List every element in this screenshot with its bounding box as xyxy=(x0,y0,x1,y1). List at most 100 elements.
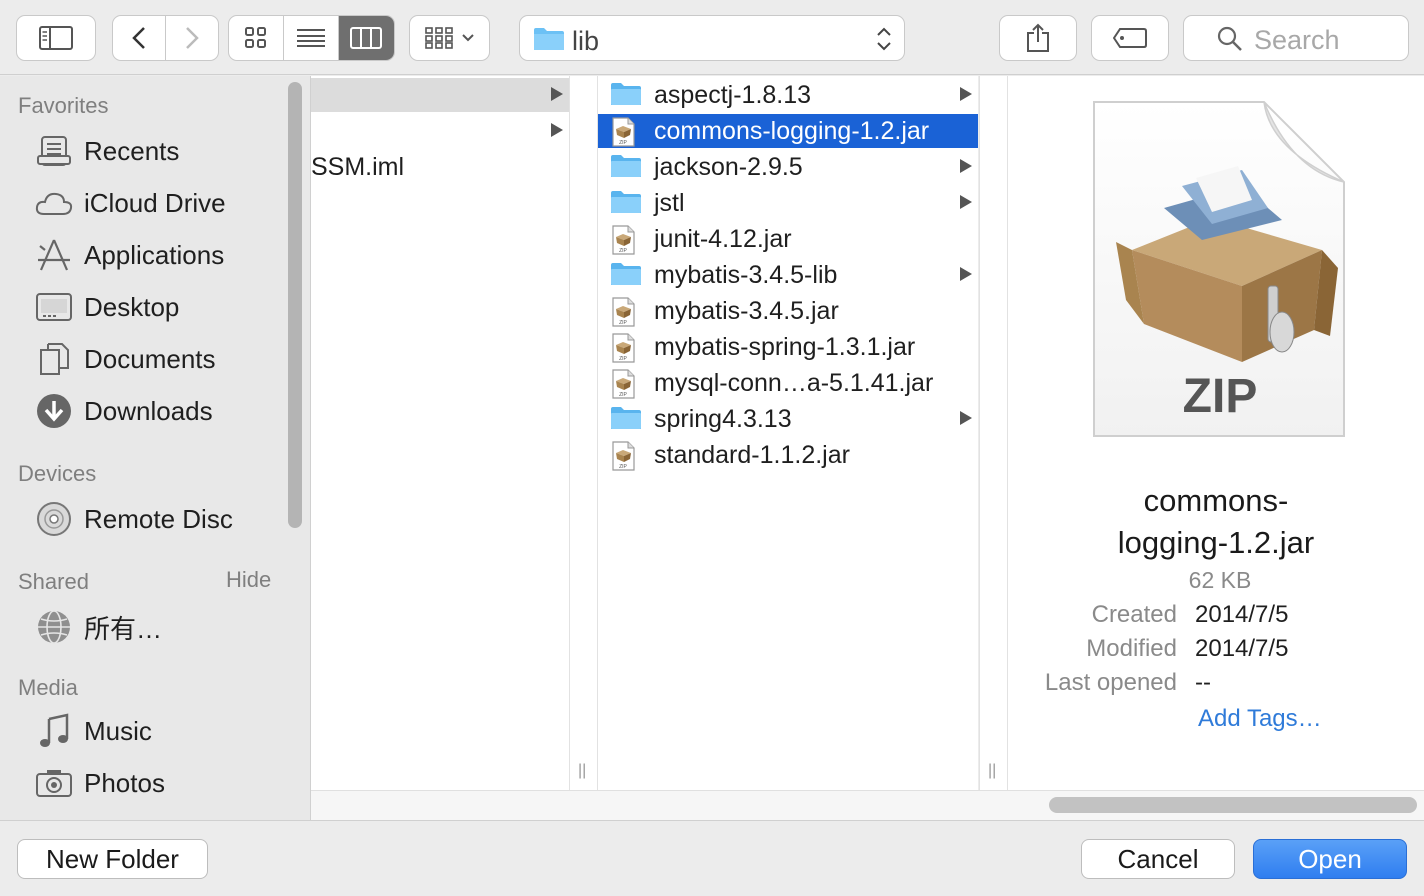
disclosure-arrow-icon xyxy=(551,123,563,137)
sidebar-item-label: Recents xyxy=(84,135,180,166)
chevron-left-icon xyxy=(131,27,145,49)
disclosure-arrow-icon xyxy=(960,411,972,425)
add-tags-link[interactable]: Add Tags… xyxy=(1198,705,1322,733)
sidebar-item-label: Photos xyxy=(84,767,165,798)
group-by-button[interactable] xyxy=(409,15,490,61)
folder-icon xyxy=(610,153,642,181)
horizontal-scrollbar-thumb[interactable] xyxy=(1049,797,1417,813)
search-field[interactable]: Search xyxy=(1183,15,1409,61)
folder-row[interactable]: jackson-2.9.5 xyxy=(598,150,978,184)
jar-file-icon: ZIP xyxy=(610,117,642,147)
file-row[interactable]: ZIP mybatis-spring-1.3.1.jar xyxy=(598,330,978,364)
list-view-button[interactable] xyxy=(284,16,339,60)
file-row[interactable]: ZIP standard-1.1.2.jar xyxy=(598,438,978,472)
folder-icon xyxy=(534,28,564,50)
zip-archive-icon: ZIP xyxy=(1092,100,1348,438)
jar-file-icon: ZIP xyxy=(610,297,642,327)
media-heading: Media xyxy=(18,675,78,700)
back-button[interactable] xyxy=(113,16,166,60)
column-resize-handle[interactable]: || xyxy=(569,76,598,790)
new-folder-button[interactable]: New Folder xyxy=(17,839,208,879)
file-name: aspectj-1.8.13 xyxy=(654,81,812,109)
last-opened-value: -- xyxy=(1195,669,1211,696)
jar-file-icon: ZIP xyxy=(610,225,642,255)
path-popup[interactable]: lib xyxy=(519,15,905,61)
downloads-icon xyxy=(34,391,74,431)
favorites-heading: Favorites xyxy=(18,93,109,118)
list-icon xyxy=(297,29,325,47)
sidebar-item-downloads[interactable]: Downloads xyxy=(34,389,284,433)
cancel-button[interactable]: Cancel xyxy=(1081,839,1235,879)
svg-text:ZIP: ZIP xyxy=(619,248,627,254)
file-row[interactable]: ZIP mybatis-3.4.5.jar xyxy=(598,294,978,328)
sidebar-item-remote-disc[interactable]: Remote Disc xyxy=(34,497,284,541)
column-row[interactable] xyxy=(311,114,569,148)
disclosure-arrow-icon xyxy=(960,267,972,281)
folder-row[interactable]: mybatis-3.4.5-lib xyxy=(598,258,978,292)
file-row[interactable]: ZIP mysql-conn…a-5.1.41.jar xyxy=(598,366,978,400)
svg-text:ZIP: ZIP xyxy=(619,392,627,398)
documents-icon xyxy=(34,339,74,379)
column-resize-handle[interactable]: || xyxy=(979,76,1008,790)
path-label: lib xyxy=(572,26,600,56)
file-row[interactable]: ZIP commons-logging-1.2.jar xyxy=(598,114,978,148)
sidebar-item-icloud-drive[interactable]: iCloud Drive xyxy=(34,181,284,225)
open-button[interactable]: Open xyxy=(1253,839,1407,879)
forward-button[interactable] xyxy=(166,16,219,60)
folder-row[interactable]: aspectj-1.8.13 xyxy=(598,78,978,112)
created-value: 2014/7/5 xyxy=(1195,601,1289,628)
sidebar-item-shared-all[interactable]: 所有… xyxy=(34,605,284,649)
file-name: junit-4.12.jar xyxy=(654,225,792,253)
sidebar-item-desktop[interactable]: Desktop xyxy=(34,285,284,329)
jar-file-icon: ZIP xyxy=(610,441,642,471)
file-name: spring4.3.13 xyxy=(654,405,792,433)
sidebar-item-label: 所有… xyxy=(84,613,163,644)
share-button[interactable] xyxy=(999,15,1077,61)
sidebar-item-applications[interactable]: Applications xyxy=(34,233,284,277)
icon-view-button[interactable] xyxy=(229,16,285,60)
column-row-selected[interactable] xyxy=(311,78,569,112)
sidebar-item-photos[interactable]: Photos xyxy=(34,761,284,805)
file-name: jstl xyxy=(654,189,685,217)
sidebar-item-recents[interactable]: Recents xyxy=(34,129,284,173)
updown-chevron-icon xyxy=(877,27,891,51)
folder-row[interactable]: jstl xyxy=(598,186,978,220)
preview-file-name-line1: commons- xyxy=(1143,483,1289,518)
sidebar: Favorites Recents iCloud Drive Applicati… xyxy=(0,76,311,820)
folder-row[interactable]: spring4.3.13 xyxy=(598,402,978,436)
file-name: standard-1.1.2.jar xyxy=(654,441,850,469)
preview-file-name-line2: logging-1.2.jar xyxy=(1117,525,1315,560)
shared-hide-link[interactable]: Hide xyxy=(226,567,271,593)
sidebar-item-documents[interactable]: Documents xyxy=(34,337,284,381)
column-lib: aspectj-1.8.13 ZIP commons-logging-1.2.jar… xyxy=(598,76,978,790)
tag-button[interactable] xyxy=(1091,15,1169,61)
toolbar: lib Search xyxy=(0,0,1424,75)
svg-text:ZIP: ZIP xyxy=(619,356,627,362)
modified-label: Modified xyxy=(1086,635,1177,662)
svg-text:ZIP: ZIP xyxy=(619,140,627,146)
folder-icon xyxy=(610,81,642,109)
disclosure-arrow-icon xyxy=(551,87,563,101)
sidebar-scrollbar[interactable] xyxy=(288,82,302,528)
tag-icon xyxy=(1113,28,1147,48)
column-view-button[interactable] xyxy=(338,16,394,60)
nav-back-forward xyxy=(112,15,219,61)
music-note-icon xyxy=(34,711,74,751)
sidebar-item-music[interactable]: Music xyxy=(34,709,284,753)
sidebar-item-label: Applications xyxy=(84,239,225,270)
sidebar-item-label: Music xyxy=(84,715,152,746)
resize-grip-icon: || xyxy=(988,762,997,779)
sidebar-toggle-button[interactable] xyxy=(16,15,96,61)
file-name: mybatis-spring-1.3.1.jar xyxy=(654,333,916,361)
share-icon xyxy=(1027,23,1049,52)
sidebar-toggle-icon xyxy=(39,26,73,50)
file-name: mybatis-3.4.5.jar xyxy=(654,297,839,325)
svg-text:ZIP: ZIP xyxy=(619,320,627,326)
chevron-down-icon xyxy=(461,34,474,42)
file-row[interactable]: ZIP junit-4.12.jar xyxy=(598,222,978,256)
disclosure-arrow-icon xyxy=(960,159,972,173)
devices-heading: Devices xyxy=(18,461,97,486)
preview-file-name: commons- logging-1.2.jar xyxy=(1008,480,1424,564)
column-row[interactable]: SSM.iml xyxy=(311,150,569,184)
file-name: jackson-2.9.5 xyxy=(654,153,803,181)
